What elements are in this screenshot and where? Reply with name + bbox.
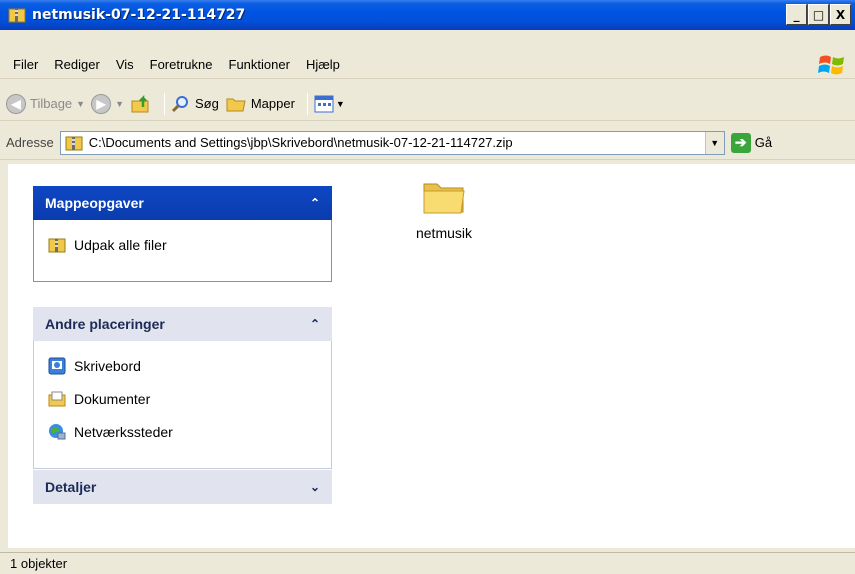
content-area: Mappeopgaver ⌃ Udpak alle filer Andre pl… — [8, 164, 855, 548]
status-text: 1 objekter — [10, 556, 68, 571]
search-label: Søg — [195, 96, 219, 111]
details-header[interactable]: Detaljer ⌄ — [33, 470, 332, 504]
address-path: C:\Documents and Settings\jbp\Skrivebord… — [88, 135, 513, 150]
place-network[interactable]: Netværkssteder — [48, 415, 331, 448]
zip-folder-icon — [65, 136, 83, 150]
place-network-label: Netværkssteder — [74, 423, 173, 440]
search-icon — [171, 95, 188, 112]
other-places-panel: Andre placeringer ⌃ Skrivebord Dokumente… — [33, 307, 332, 469]
chevron-down-icon: ▼ — [115, 98, 124, 109]
zip-folder-icon — [48, 238, 66, 252]
window-title: netmusik-07-12-21-114727 — [32, 7, 246, 23]
status-bar: 1 objekter — [0, 552, 855, 574]
forward-arrow-icon: ▶ — [91, 93, 112, 114]
address-dropdown-button[interactable]: ▼ — [704, 131, 724, 154]
zip-folder-icon — [8, 8, 26, 23]
details-title: Detaljer — [45, 479, 97, 495]
address-bar: Adresse C:\Documents and Settings\jbp\Sk… — [0, 126, 855, 160]
collapse-chevron-icon[interactable]: ⌃ — [310, 317, 320, 331]
forward-button[interactable]: ▶ ▼ — [91, 93, 124, 114]
other-places-title: Andre placeringer — [45, 316, 165, 332]
menu-filer[interactable]: Filer — [6, 57, 45, 72]
windows-logo-icon — [818, 55, 844, 75]
maximize-button[interactable]: □ — [808, 4, 829, 25]
folder-tasks-body: Udpak alle filer — [33, 220, 332, 282]
back-label: Tilbage — [30, 96, 73, 111]
title-bar[interactable]: netmusik-07-12-21-114727 _ □ X — [0, 0, 855, 30]
file-item-name: netmusik — [415, 225, 473, 241]
toolbar: ◀ Tilbage ▼ ▶ ▼ Søg Mapper ▼ — [0, 87, 855, 121]
toolbar-divider — [306, 92, 308, 115]
up-folder-button[interactable] — [130, 93, 152, 115]
menu-funktioner[interactable]: Funktioner — [222, 57, 297, 72]
details-panel: Detaljer ⌄ — [33, 470, 332, 504]
address-label: Adresse — [6, 135, 54, 150]
explorer-window: netmusik-07-12-21-114727 _ □ X Filer Red… — [0, 0, 855, 574]
go-button[interactable]: ➔ Gå — [730, 132, 773, 153]
address-field[interactable]: C:\Documents and Settings\jbp\Skrivebord… — [59, 130, 725, 155]
other-places-body: Skrivebord Dokumenter Netværkssteder — [33, 341, 332, 469]
place-desktop[interactable]: Skrivebord — [48, 349, 331, 382]
desktop-icon — [48, 357, 66, 374]
expand-chevron-icon[interactable]: ⌄ — [310, 480, 320, 494]
search-button[interactable]: Søg — [171, 94, 219, 114]
folders-button[interactable]: Mapper — [225, 94, 295, 114]
network-places-icon — [49, 423, 66, 439]
place-documents[interactable]: Dokumenter — [48, 382, 331, 415]
folder-tasks-title: Mappeopgaver — [45, 195, 144, 211]
task-extract-all[interactable]: Udpak alle filer — [48, 228, 331, 261]
back-arrow-icon: ◀ — [6, 93, 26, 114]
views-button[interactable]: ▼ — [314, 95, 345, 113]
menu-foretrukne[interactable]: Foretrukne — [143, 57, 220, 72]
folders-label: Mapper — [250, 96, 295, 111]
task-pane: Mappeopgaver ⌃ Udpak alle filer Andre pl… — [8, 164, 346, 548]
menu-rediger[interactable]: Rediger — [47, 57, 107, 72]
other-places-header[interactable]: Andre placeringer ⌃ — [33, 307, 332, 341]
menu-hjaelp[interactable]: Hjælp — [299, 57, 347, 72]
folder-tasks-header[interactable]: Mappeopgaver ⌃ — [33, 186, 332, 220]
go-label: Gå — [754, 135, 773, 150]
close-button[interactable]: X — [830, 4, 851, 25]
menu-bar: Filer Rediger Vis Foretrukne Funktioner … — [0, 51, 855, 79]
place-desktop-label: Skrivebord — [74, 357, 141, 374]
collapse-chevron-icon[interactable]: ⌃ — [310, 196, 320, 210]
minimize-button[interactable]: _ — [786, 4, 807, 25]
folder-icon — [423, 183, 465, 214]
folders-icon — [226, 98, 246, 111]
menu-vis[interactable]: Vis — [109, 57, 141, 72]
toolbar-divider — [164, 92, 165, 115]
go-arrow-icon: ➔ — [730, 132, 751, 153]
views-icon — [314, 95, 334, 112]
chevron-down-icon: ▼ — [76, 98, 86, 109]
chevron-down-icon: ▼ — [335, 98, 345, 109]
file-item-folder[interactable]: netmusik — [404, 176, 484, 241]
task-extract-all-label: Udpak alle filer — [74, 236, 167, 253]
documents-folder-icon — [48, 391, 66, 406]
up-folder-icon — [131, 94, 149, 112]
back-button[interactable]: ◀ Tilbage ▼ — [6, 93, 86, 114]
folder-tasks-panel: Mappeopgaver ⌃ Udpak alle filer — [33, 186, 332, 282]
place-documents-label: Dokumenter — [74, 390, 151, 407]
